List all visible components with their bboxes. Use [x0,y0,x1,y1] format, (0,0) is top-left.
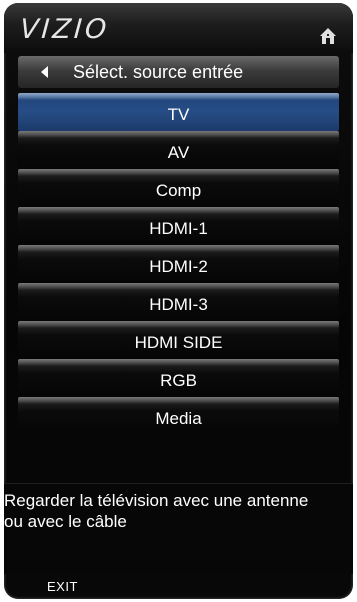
source-item-label: HDMI-1 [149,219,208,238]
menu-title-bar[interactable]: Sélect. source entrée [18,56,339,88]
home-icon[interactable] [319,27,337,45]
source-item-rgb[interactable]: RGB [18,359,339,397]
source-item-av[interactable]: AV [18,131,339,169]
source-list: TV AV Comp HDMI-1 HDMI-2 HDMI-3 HDMI SID… [18,93,339,435]
source-item-label: TV [167,105,190,124]
source-item-hdmi-2[interactable]: HDMI-2 [18,245,339,283]
menu-title: Sélect. source entrée [73,62,244,82]
back-arrow-icon[interactable] [41,66,48,78]
source-item-label: AV [167,143,190,162]
vizio-logo: VIZIO [18,14,111,45]
source-item-label: RGB [160,371,197,390]
source-item-tv[interactable]: TV [18,93,339,131]
source-item-label: Comp [155,181,202,200]
source-item-hdmi-1[interactable]: HDMI-1 [18,207,339,245]
source-item-label: HDMI SIDE [134,333,223,352]
menu-header: VIZIO [4,3,353,53]
help-panel: Regarder la télévision avec une antenne … [4,483,353,574]
source-item-label: HDMI-2 [149,257,208,276]
source-item-hdmi-side[interactable]: HDMI SIDE [18,321,339,359]
source-item-comp[interactable]: Comp [18,169,339,207]
input-source-menu: VIZIO Sélect. source entrée TV AV Comp H… [4,3,353,599]
source-item-media[interactable]: Media [18,397,339,435]
exit-button[interactable]: EXIT [47,580,78,594]
help-text: Regarder la télévision avec une antenne … [4,491,309,531]
source-item-label: Media [155,409,202,428]
source-item-hdmi-3[interactable]: HDMI-3 [18,283,339,321]
source-item-label: HDMI-3 [149,295,208,314]
